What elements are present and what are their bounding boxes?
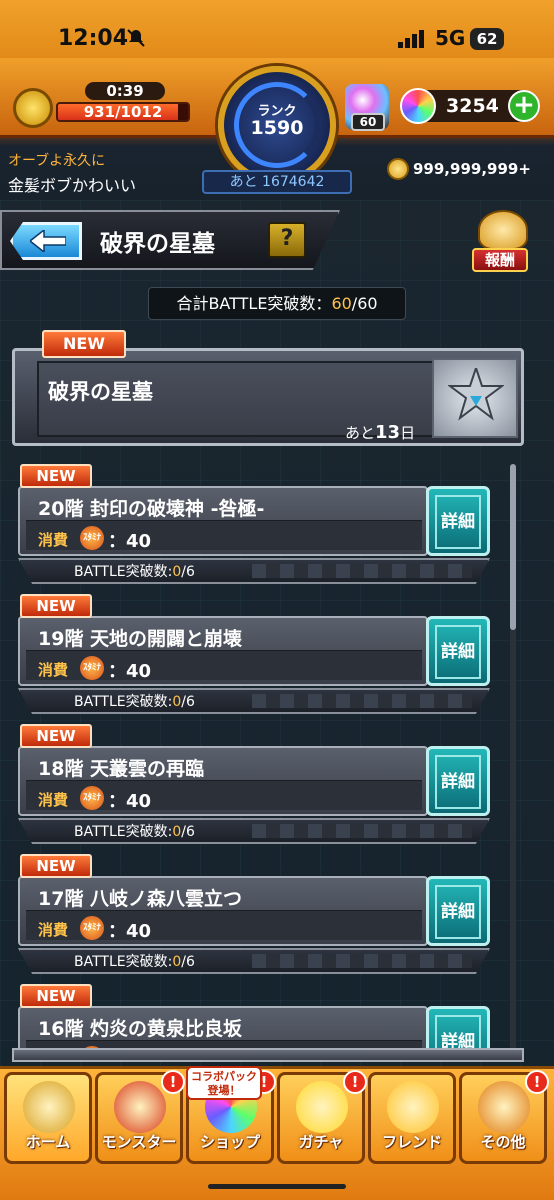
tab-label: ホーム (25, 1133, 71, 1151)
stamina-small-icon: ｽﾀﾐﾅ (80, 786, 104, 810)
tab-label: ショップ (199, 1133, 260, 1151)
status-bar: 12:04 5G 62 (0, 0, 554, 58)
rank-value: 1590 (250, 117, 304, 139)
floor-cost-value: ：40 (108, 921, 152, 942)
tab-4[interactable]: フレンド (368, 1072, 456, 1164)
floor-new-badge: NEW (20, 854, 92, 878)
floor-name: 17階 八岐ノ森八雲立つ (38, 888, 243, 910)
list-bottom-edge (12, 1048, 524, 1062)
floor-row[interactable]: NEW 16階 灼炎の黄泉比良坂 消費 ｽﾀﾐﾅ ：40 詳細 BATTLE突破… (12, 980, 502, 1052)
floor-new-badge: NEW (20, 464, 92, 488)
stamina-value: 931/1012 (83, 103, 163, 121)
detail-button[interactable]: 詳細 (426, 1006, 490, 1052)
floor-row[interactable]: NEW 19階 天地の開闢と崩壊 消費 ｽﾀﾐﾅ ：40 詳細 BATTLE突破… (12, 590, 502, 714)
stamina-small-icon: ｽﾀﾐﾅ (80, 526, 104, 550)
bell-muted-icon (127, 29, 145, 47)
battle-progress-arrows (252, 954, 472, 968)
stamina-icon (13, 88, 53, 128)
stamina-small-icon: ｽﾀﾐﾅ (80, 916, 104, 940)
alert-badge: ! (161, 1070, 185, 1094)
floor-new-badge: NEW (20, 984, 92, 1008)
star-emblem-icon (448, 368, 504, 421)
orb-count: 3254 (446, 95, 499, 117)
days-left: あと13日 (345, 422, 416, 443)
detail-button[interactable]: 詳細 (426, 486, 490, 556)
floor-cost-value: ：40 (108, 661, 152, 682)
reward-label: 報酬 (472, 248, 528, 272)
status-time: 12:04 (58, 26, 129, 51)
reward-dragon-icon (478, 210, 528, 250)
network-label: 5G (435, 26, 466, 50)
coin-icon (387, 158, 409, 180)
floor-new-badge: NEW (20, 594, 92, 618)
quest-name[interactable]: 金髪ボブかわいい (8, 172, 136, 196)
battle-progress-arrows (252, 564, 472, 578)
floor-cost-label: 消費 (38, 531, 69, 549)
floor-name: 18階 天叢雲の再臨 (38, 758, 205, 780)
page-title: 破界の星墓 (100, 231, 215, 257)
battle-progress-text: BATTLE突破数:0/6 (74, 564, 195, 580)
floor-cost-label: 消費 (38, 921, 69, 939)
coin-count: 999,999,999+ (413, 160, 531, 178)
battle-progress-text: BATTLE突破数:0/6 (74, 954, 195, 970)
stamina-small-icon: ｽﾀﾐﾅ (80, 656, 104, 680)
battery-indicator: 62 (470, 28, 504, 50)
quest-title[interactable]: オーブよ永久に (8, 150, 105, 170)
other-icon (478, 1081, 530, 1133)
floor-cost-label: 消費 (38, 791, 69, 809)
total-battle-count: 合計BATTLE突破数：60/60 (148, 287, 406, 320)
floor-cost-value: ：40 (108, 531, 152, 552)
signal-icon (398, 30, 424, 48)
alert-badge: ! (343, 1070, 367, 1094)
orb-icon (400, 88, 436, 124)
new-badge: NEW (42, 330, 126, 358)
floor-row[interactable]: NEW 17階 八岐ノ森八雲立つ 消費 ｽﾀﾐﾅ ：40 詳細 BATTLE突破… (12, 850, 502, 974)
floor-name: 16階 灼炎の黄泉比良坂 (38, 1018, 243, 1040)
friends-icon (387, 1081, 439, 1133)
battle-progress-arrows (252, 694, 472, 708)
dungeon-name: 破界の星墓 (48, 380, 153, 404)
floor-row[interactable]: NEW 20階 封印の破壊神 -咎極- 消費 ｽﾀﾐﾅ ：40 詳細 BATTL… (12, 460, 502, 584)
floor-row[interactable]: NEW 18階 天叢雲の再臨 消費 ｽﾀﾐﾅ ：40 詳細 BATTLE突破数:… (12, 720, 502, 844)
tab-label: ガチャ (298, 1133, 344, 1151)
battle-progress-text: BATTLE突破数:0/6 (74, 824, 195, 840)
rank-next: あと 1674642 (202, 170, 352, 194)
detail-button[interactable]: 詳細 (426, 876, 490, 946)
alert-badge: ! (525, 1070, 549, 1094)
floor-name: 19階 天地の開闢と崩壊 (38, 628, 243, 650)
castle-icon (23, 1081, 75, 1133)
stamina-timer: 0:39 (85, 82, 165, 100)
floor-cost-value: ：40 (108, 791, 152, 812)
battle-progress-text: BATTLE突破数:0/6 (74, 694, 195, 710)
tab-label: その他 (480, 1133, 526, 1151)
tab-label: モンスター (101, 1133, 177, 1151)
egg-icon (296, 1081, 348, 1133)
tab-0[interactable]: ホーム (4, 1072, 92, 1164)
detail-button[interactable]: 詳細 (426, 746, 490, 816)
floor-name: 20階 封印の破壊神 -咎極- (38, 498, 265, 520)
detail-button[interactable]: 詳細 (426, 616, 490, 686)
tab-label: フレンド (381, 1133, 442, 1151)
floor-cost-label: 消費 (38, 661, 69, 679)
add-orb-button[interactable]: + (508, 90, 540, 122)
back-arrow-icon (30, 230, 66, 252)
collab-banner[interactable]: コラボパック登場！ (186, 1066, 262, 1100)
battle-progress-arrows (252, 824, 472, 838)
floor-new-badge: NEW (20, 724, 92, 748)
box-count: 60 (351, 113, 385, 131)
dragon-icon (114, 1081, 166, 1133)
help-button[interactable]: ? (268, 222, 306, 258)
floor-list: NEW 20階 封印の破壊神 -咎極- 消費 ｽﾀﾐﾅ ：40 詳細 BATTL… (12, 456, 524, 1052)
home-indicator (208, 1184, 346, 1189)
